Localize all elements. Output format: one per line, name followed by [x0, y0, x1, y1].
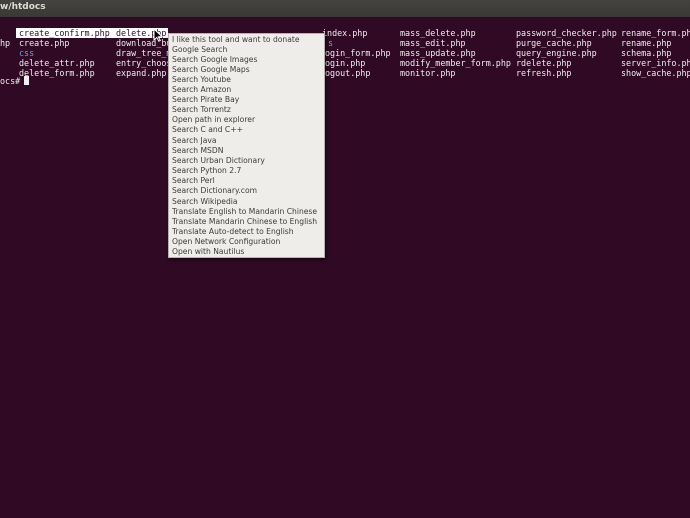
- file-name[interactable]: server_info.php: [621, 58, 690, 68]
- menu-item-pirate-bay[interactable]: Search Pirate Bay: [172, 95, 239, 105]
- window-titlebar[interactable]: w/htdocs: [0, 0, 690, 18]
- menu-item-network-config[interactable]: Open Network Configuration: [172, 237, 280, 247]
- menu-item-translate-auto-en[interactable]: Translate Auto-detect to English: [172, 227, 294, 237]
- text-cursor: [24, 76, 29, 85]
- menu-item-search-java[interactable]: Search Java: [172, 136, 217, 146]
- menu-item-search-msdn[interactable]: Search MSDN: [172, 146, 223, 156]
- context-menu: I like this tool and want to donate Goog…: [168, 33, 325, 258]
- menu-item-search-c-cpp[interactable]: Search C and C++: [172, 125, 243, 135]
- file-name[interactable]: mass_edit.php: [400, 38, 466, 48]
- window-title: w/htdocs: [0, 2, 46, 12]
- file-name[interactable]: monitor.php: [400, 68, 455, 78]
- file-name[interactable]: query_engine.php: [516, 48, 597, 58]
- file-name-selected[interactable]: create_confirm.php: [16, 28, 113, 38]
- file-name[interactable]: expand.php: [116, 68, 166, 78]
- file-name[interactable]: rdelete.php: [516, 58, 571, 68]
- file-name[interactable]: modify_member_form.php: [400, 58, 511, 68]
- menu-item-google-images[interactable]: Search Google Images: [172, 55, 257, 65]
- menu-item-translate-zh-en[interactable]: Translate Mandarin Chinese to English: [172, 217, 317, 227]
- file-name[interactable]: ogin_form.php: [325, 48, 391, 58]
- menu-item-torrentz[interactable]: Search Torrentz: [172, 105, 231, 115]
- file-name[interactable]: ogin.php: [325, 58, 365, 68]
- menu-item-open-nautilus[interactable]: Open with Nautilus: [172, 247, 244, 257]
- directory-name[interactable]: s: [328, 38, 333, 48]
- menu-item-open-path[interactable]: Open path in explorer: [172, 115, 255, 125]
- file-name[interactable]: delete_attr.php: [19, 58, 95, 68]
- arrow-cursor-icon: [153, 28, 163, 42]
- menu-item-google-search[interactable]: Google Search: [172, 45, 227, 55]
- file-name[interactable]: delete_form.php: [19, 68, 95, 78]
- menu-item-donate[interactable]: I like this tool and want to donate: [172, 35, 300, 45]
- menu-item-python[interactable]: Search Python 2.7: [172, 166, 241, 176]
- menu-item-google-maps[interactable]: Search Google Maps: [172, 65, 250, 75]
- file-name[interactable]: rename.php: [621, 38, 671, 48]
- file-name[interactable]: refresh.php: [516, 68, 571, 78]
- file-name[interactable]: show_cache.php: [621, 68, 690, 78]
- file-name[interactable]: index.php: [322, 28, 367, 38]
- directory-name[interactable]: css: [19, 48, 34, 58]
- file-name[interactable]: purge_cache.php: [516, 38, 592, 48]
- file-name[interactable]: entry_choos: [116, 58, 171, 68]
- file-name[interactable]: create.php: [19, 38, 69, 48]
- desktop-screen: w/htdocs hp create_confirm.php create.ph…: [0, 0, 690, 518]
- menu-item-dictionary-com[interactable]: Search Dictionary.com: [172, 186, 257, 196]
- menu-item-wikipedia[interactable]: Search Wikipedia: [172, 197, 238, 207]
- shell-prompt: ocs#: [0, 76, 21, 86]
- terminal-area[interactable]: hp create_confirm.php create.php css del…: [0, 17, 690, 518]
- file-name[interactable]: schema.php: [621, 48, 671, 58]
- file-name-fragment: hp: [0, 38, 11, 48]
- menu-item-amazon[interactable]: Search Amazon: [172, 85, 231, 95]
- file-name[interactable]: rename_form.php: [621, 28, 690, 38]
- file-name[interactable]: mass_update.php: [400, 48, 476, 58]
- menu-item-youtube[interactable]: Search Youtube: [172, 75, 231, 85]
- file-name[interactable]: password_checker.php: [516, 28, 617, 38]
- file-name[interactable]: ogout.php: [325, 68, 370, 78]
- file-name[interactable]: download_bu: [116, 38, 171, 48]
- menu-item-perl[interactable]: Search Perl: [172, 176, 215, 186]
- menu-item-translate-en-zh[interactable]: Translate English to Mandarin Chinese: [172, 207, 317, 217]
- file-name[interactable]: draw_tree_m: [116, 48, 171, 58]
- menu-item-urban-dictionary[interactable]: Search Urban Dictionary: [172, 156, 265, 166]
- file-name[interactable]: mass_delete.php: [400, 28, 476, 38]
